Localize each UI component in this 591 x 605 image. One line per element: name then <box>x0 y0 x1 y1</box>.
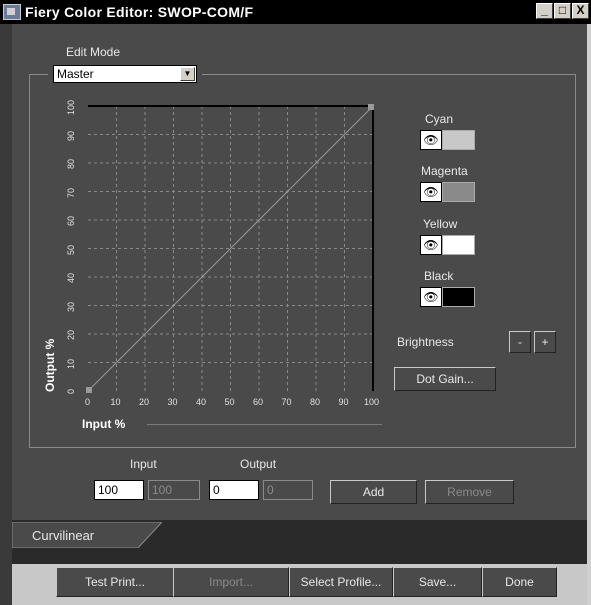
x-tick-label: 10 <box>110 397 121 407</box>
dot-gain-button[interactable]: Dot Gain... <box>394 367 496 391</box>
y-tick-label: 30 <box>66 301 76 312</box>
x-tick-label: 90 <box>338 397 349 407</box>
curve-startpoint[interactable] <box>86 387 92 393</box>
magenta-swatch[interactable] <box>442 182 475 202</box>
y-axis-label: Output % <box>43 338 57 392</box>
y-tick-label: 20 <box>66 329 76 340</box>
x-tick-label: 80 <box>310 397 321 407</box>
output-readout: 0 <box>263 480 313 500</box>
eye-icon[interactable]: 👁 <box>420 182 442 202</box>
edit-mode-select[interactable]: Master ▼ <box>53 65 197 83</box>
done-button[interactable]: Done <box>482 567 557 597</box>
channel-label-black: Black <box>424 269 454 283</box>
channel-row-magenta: 👁 <box>420 182 475 202</box>
black-swatch[interactable] <box>442 287 475 307</box>
y-tick-label: 40 <box>66 272 76 283</box>
test-print-button[interactable]: Test Print... <box>56 567 174 597</box>
x-axis-rule <box>147 424 382 425</box>
channel-label-cyan: Cyan <box>425 112 454 126</box>
add-button[interactable]: Add <box>330 480 417 504</box>
brightness-label: Brightness <box>397 335 454 349</box>
x-tick-label: 20 <box>139 397 150 407</box>
channel-row-cyan: 👁 <box>420 130 475 150</box>
x-tick-label: 70 <box>281 397 292 407</box>
x-axis-label: Input % <box>82 417 126 431</box>
y-tick-label: 100 <box>66 99 76 115</box>
output-label: Output <box>240 457 277 471</box>
yellow-swatch[interactable] <box>442 235 475 255</box>
close-button[interactable]: X <box>572 3 589 19</box>
chevron-down-icon[interactable]: ▼ <box>180 67 195 81</box>
save-button[interactable]: Save... <box>393 567 482 597</box>
x-tick-label: 100 <box>364 397 380 407</box>
brightness-decrease-button[interactable]: - <box>509 331 531 353</box>
eye-icon[interactable]: 👁 <box>420 235 442 255</box>
input-label: Input <box>130 457 157 471</box>
tone-curve-graph[interactable] <box>86 103 377 394</box>
y-tick-label: 80 <box>66 158 76 169</box>
app-icon <box>3 4 21 20</box>
import-button[interactable]: Import... <box>173 567 289 597</box>
remove-button[interactable]: Remove <box>425 480 514 504</box>
brightness-increase-button[interactable]: + <box>534 331 556 353</box>
window-controls: _ □ X <box>536 3 589 19</box>
edit-mode-label: Edit Mode <box>66 45 121 59</box>
minimize-button[interactable]: _ <box>536 3 553 19</box>
input-readout: 100 <box>148 480 200 500</box>
y-tick-label: 90 <box>66 130 76 141</box>
y-tick-label: 0 <box>66 388 76 394</box>
tab-curvilinear-label: Curvilinear <box>32 528 95 543</box>
x-tick-label: 40 <box>196 397 207 407</box>
input-field[interactable]: 100 <box>94 480 144 500</box>
channel-label-yellow: Yellow <box>423 217 458 231</box>
y-tick-label: 50 <box>66 244 76 255</box>
x-tick-label: 50 <box>224 397 235 407</box>
window-title: Fiery Color Editor: SWOP-COM/F <box>25 4 254 20</box>
color-editor-window: Fiery Color Editor: SWOP-COM/F _ □ X Edi… <box>0 0 591 605</box>
output-field[interactable]: 0 <box>209 480 259 500</box>
title-bar[interactable]: Fiery Color Editor: SWOP-COM/F _ □ X <box>0 0 591 24</box>
y-tick-label: 60 <box>66 215 76 226</box>
right-edge <box>587 24 591 605</box>
channel-row-black: 👁 <box>420 287 475 307</box>
channel-row-yellow: 👁 <box>420 235 475 255</box>
edit-mode-value: Master <box>57 67 94 81</box>
eye-icon[interactable]: 👁 <box>420 130 442 150</box>
maximize-button[interactable]: □ <box>554 3 571 19</box>
curve-endpoint[interactable] <box>368 104 374 110</box>
x-tick-label: 60 <box>253 397 264 407</box>
y-tick-label: 10 <box>66 358 76 369</box>
y-tick-label: 70 <box>66 187 76 198</box>
eye-icon[interactable]: 👁 <box>420 287 442 307</box>
x-tick-label: 0 <box>85 397 91 407</box>
channel-label-magenta: Magenta <box>421 164 468 178</box>
x-tick-label: 30 <box>167 397 178 407</box>
cyan-swatch[interactable] <box>442 130 475 150</box>
select-profile-button[interactable]: Select Profile... <box>289 567 393 597</box>
left-edge <box>0 24 12 605</box>
